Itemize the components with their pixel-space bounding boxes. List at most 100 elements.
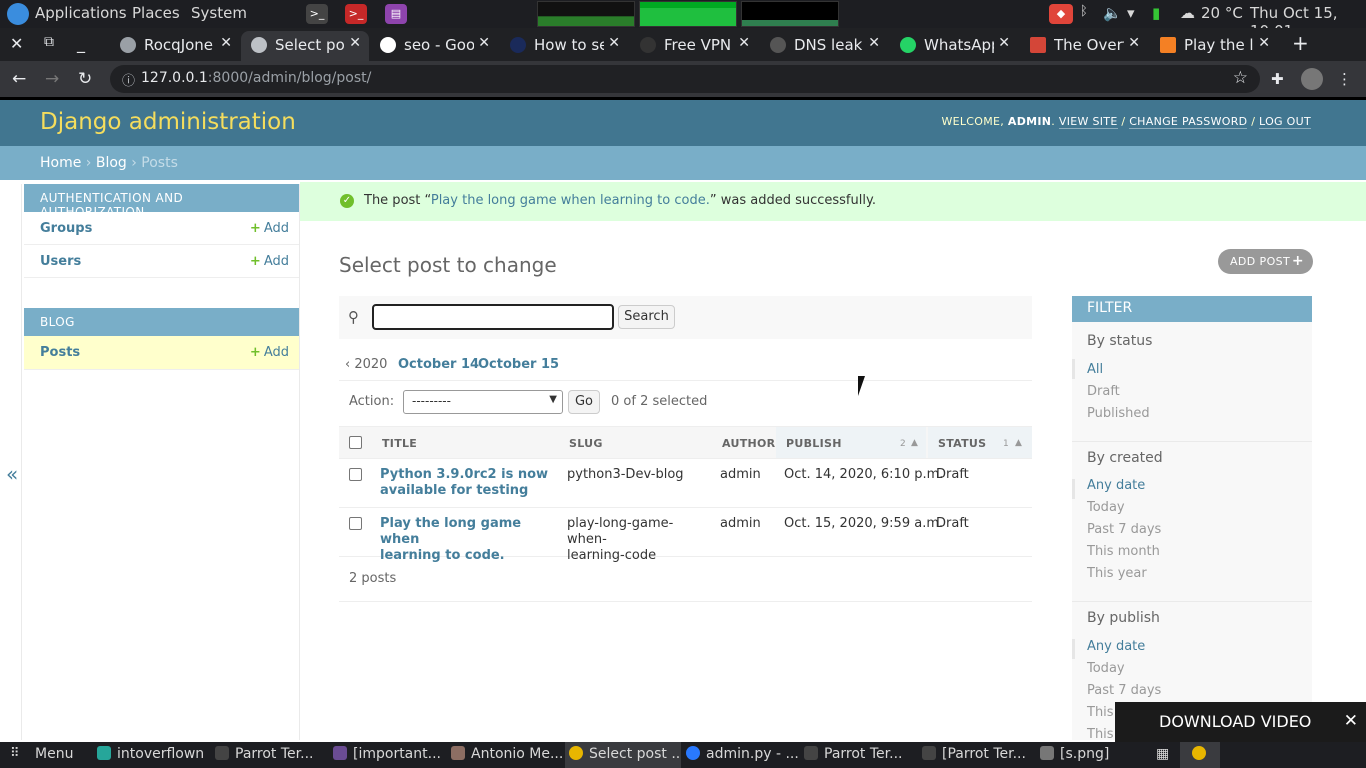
- breadcrumb-home[interactable]: Home: [40, 155, 81, 171]
- taskbar-item[interactable]: Antonio Me...: [451, 746, 563, 762]
- date-link-oct-15[interactable]: October 15: [478, 357, 559, 372]
- download-video-button[interactable]: DOWNLOAD VIDEO: [1159, 712, 1311, 731]
- extensions-icon[interactable]: ✚: [1271, 70, 1284, 88]
- action-select[interactable]: --------- ▼: [403, 390, 563, 414]
- parrot-logo-icon[interactable]: [7, 3, 29, 25]
- date-link-oct-14[interactable]: October 14: [398, 357, 479, 372]
- anydesk-tray-icon[interactable]: ◆: [1049, 4, 1073, 24]
- reload-icon[interactable]: ↻: [78, 69, 92, 89]
- taskbar-menu[interactable]: Menu: [35, 746, 73, 762]
- change-password-link[interactable]: CHANGE PASSWORD: [1129, 115, 1248, 129]
- wifi-icon[interactable]: ▾: [1127, 4, 1135, 22]
- filter-option[interactable]: This month: [1087, 544, 1160, 559]
- filter-option[interactable]: Today: [1087, 661, 1125, 676]
- chrome-tray-icon[interactable]: [1180, 742, 1220, 768]
- users-add-link[interactable]: + Add: [250, 254, 289, 269]
- filter-option[interactable]: This: [1087, 727, 1114, 742]
- tab-how-to-se[interactable]: How to se ✕: [500, 31, 628, 61]
- tab-close-icon[interactable]: ✕: [998, 35, 1010, 51]
- row-title-link[interactable]: Play the long game when learning to code.: [380, 516, 555, 564]
- users-link[interactable]: Users: [40, 254, 81, 269]
- root-terminal-launcher-icon[interactable]: >_: [345, 4, 367, 24]
- toggle-sidebar-button[interactable]: «: [0, 184, 22, 740]
- taskbar-item[interactable]: admin.py - ...: [686, 746, 798, 762]
- battery-icon[interactable]: ▮: [1152, 4, 1160, 22]
- groups-link[interactable]: Groups: [40, 221, 92, 236]
- site-title[interactable]: Django administration: [40, 109, 296, 135]
- filter-option[interactable]: Past 7 days: [1087, 683, 1161, 698]
- menu-grid-icon[interactable]: ⠿: [10, 746, 20, 761]
- window-close-icon[interactable]: ✕: [10, 34, 23, 53]
- forward-icon[interactable]: →: [45, 69, 59, 89]
- row-checkbox[interactable]: [349, 468, 362, 481]
- posts-link[interactable]: Posts: [40, 345, 80, 360]
- menu-places[interactable]: Places: [132, 4, 180, 22]
- filter-option[interactable]: Draft: [1087, 384, 1120, 399]
- window-minimize-icon[interactable]: _: [77, 34, 85, 53]
- terminal-launcher-icon[interactable]: >_: [306, 4, 328, 24]
- tab-close-icon[interactable]: ✕: [738, 35, 750, 51]
- tab-play-the-long[interactable]: Play the lo✕: [1150, 31, 1278, 61]
- workspace-icon[interactable]: ▦: [1156, 746, 1169, 762]
- breadcrumb-blog[interactable]: Blog: [96, 155, 127, 171]
- site-info-icon[interactable]: ⓘ: [122, 70, 135, 89]
- tab-close-icon[interactable]: ✕: [220, 35, 232, 51]
- select-all-checkbox[interactable]: [349, 436, 362, 449]
- filter-option[interactable]: Past 7 days: [1087, 522, 1161, 537]
- new-tab-icon[interactable]: +: [1292, 31, 1309, 55]
- row-checkbox[interactable]: [349, 517, 362, 530]
- search-input[interactable]: [372, 304, 614, 330]
- filter-option[interactable]: Published: [1087, 406, 1150, 421]
- close-icon[interactable]: ✕: [1344, 711, 1358, 731]
- taskbar-item[interactable]: intoverflown: [97, 746, 212, 762]
- tab-close-icon[interactable]: ✕: [349, 35, 361, 51]
- tab-the-overflow[interactable]: The Overf ✕: [1020, 31, 1148, 61]
- tab-seo-google[interactable]: seo - Goo ✕: [370, 31, 498, 61]
- profile-avatar[interactable]: [1301, 68, 1323, 90]
- add-post-button[interactable]: ADD POST +: [1218, 249, 1313, 274]
- filter-option[interactable]: Today: [1087, 500, 1125, 515]
- volume-icon[interactable]: 🔈: [1103, 4, 1122, 22]
- tab-close-icon[interactable]: ✕: [868, 35, 880, 51]
- tab-select-post[interactable]: Select po ✕: [241, 31, 369, 61]
- filter-option[interactable]: All: [1087, 362, 1103, 377]
- tab-free-vpn[interactable]: Free VPN ✕: [630, 31, 758, 61]
- column-status[interactable]: STATUS: [938, 437, 986, 450]
- back-icon[interactable]: ←: [12, 69, 26, 89]
- view-site-link[interactable]: VIEW SITE: [1058, 115, 1118, 129]
- column-title[interactable]: TITLE: [382, 437, 417, 450]
- tab-whatsapp[interactable]: WhatsApp ✕: [890, 31, 1018, 61]
- taskbar-item-active[interactable]: Select post ...: [565, 742, 681, 768]
- posts-add-link[interactable]: + Add: [250, 345, 289, 360]
- log-out-link[interactable]: LOG OUT: [1259, 115, 1311, 129]
- column-author[interactable]: AUTHOR: [722, 437, 775, 450]
- text-editor-launcher-icon[interactable]: ▤: [385, 4, 407, 24]
- tab-dns-leak[interactable]: DNS leak ✕: [760, 31, 888, 61]
- tab-close-icon[interactable]: ✕: [608, 35, 620, 51]
- taskbar-item[interactable]: [important...: [333, 746, 445, 762]
- added-post-link[interactable]: Play the long game when learning to code…: [431, 193, 710, 208]
- column-publish[interactable]: PUBLISH: [786, 437, 842, 450]
- row-title-link[interactable]: Python 3.9.0rc2 is now available for test…: [380, 467, 555, 499]
- taskbar-item[interactable]: [Parrot Ter...: [922, 746, 1034, 762]
- browser-menu-icon[interactable]: ⋮: [1337, 70, 1352, 88]
- taskbar-item[interactable]: Parrot Ter...: [804, 746, 916, 762]
- tab-close-icon[interactable]: ✕: [1128, 35, 1140, 51]
- window-restore-icon[interactable]: ⧉: [44, 34, 54, 50]
- groups-add-link[interactable]: + Add: [250, 221, 289, 236]
- blog-module-caption[interactable]: BLOG: [24, 308, 299, 336]
- sort-ascending-icon[interactable]: ▲: [1015, 438, 1022, 448]
- taskbar-item[interactable]: Parrot Ter...: [215, 746, 327, 762]
- menu-system[interactable]: System: [191, 4, 247, 22]
- tab-rocqjone[interactable]: RocqJone ✕: [110, 31, 240, 61]
- bookmark-star-icon[interactable]: ☆: [1233, 68, 1248, 88]
- search-button[interactable]: Search: [618, 305, 675, 329]
- filter-option[interactable]: This year: [1087, 566, 1147, 581]
- column-slug[interactable]: SLUG: [569, 437, 603, 450]
- filter-option[interactable]: Any date: [1087, 478, 1145, 493]
- tab-close-icon[interactable]: ✕: [1258, 35, 1270, 51]
- date-back-link[interactable]: ‹ 2020: [345, 357, 387, 372]
- menu-applications[interactable]: Applications: [35, 4, 127, 22]
- filter-option[interactable]: This: [1087, 705, 1114, 720]
- bluetooth-icon[interactable]: ᛒ: [1080, 4, 1088, 19]
